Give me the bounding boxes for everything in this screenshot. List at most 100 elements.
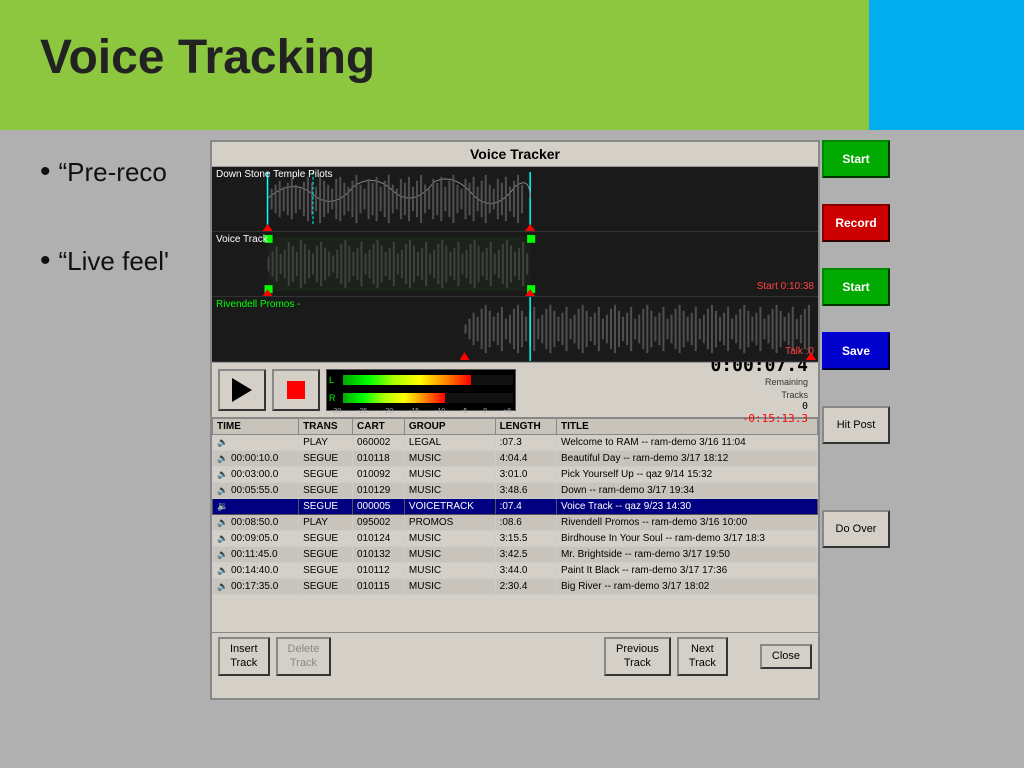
- vu-bar-bg-r: [343, 393, 513, 403]
- cell-length: 3:44.0: [495, 563, 556, 579]
- cell-group: VOICETRACK: [404, 499, 495, 515]
- start2-button[interactable]: Start: [822, 268, 890, 306]
- cell-trans: SEGUE: [299, 499, 353, 515]
- cell-time: 🔉 00:14:40.0: [213, 563, 299, 579]
- cell-time: 🔉 00:11:45.0: [213, 547, 299, 563]
- cell-group: MUSIC: [404, 547, 495, 563]
- table-row[interactable]: 🔉 SEGUE 000005 VOICETRACK :07.4 Voice Tr…: [213, 499, 818, 515]
- cell-cart: 060002: [353, 435, 405, 451]
- speaker-icon: 🔉: [217, 437, 228, 447]
- cell-trans: SEGUE: [299, 467, 353, 483]
- table-row[interactable]: 🔉 00:11:45.0 SEGUE 010132 MUSIC 3:42.5 M…: [213, 547, 818, 563]
- cell-title: Voice Track -- qaz 9/23 14:30: [556, 499, 817, 515]
- table-row[interactable]: 🔉 PLAY 060002 LEGAL :07.3 Welcome to RAM…: [213, 435, 818, 451]
- cell-cart: 095002: [353, 515, 405, 531]
- bottom-buttons-area: Insert Track Delete Track Previous Track…: [212, 632, 818, 680]
- play-button[interactable]: [218, 369, 266, 411]
- hit-post-button[interactable]: Hit Post: [822, 406, 890, 444]
- table-row[interactable]: 🔉 00:08:50.0 PLAY 095002 PROMOS :08.6 Ri…: [213, 515, 818, 531]
- remaining-tracks: 0: [522, 401, 808, 412]
- vu-row-r: R: [329, 390, 513, 406]
- insert-track-button[interactable]: Insert Track: [218, 637, 270, 675]
- table-row[interactable]: 🔉 00:00:10.0 SEGUE 010118 MUSIC 4:04.4 B…: [213, 451, 818, 467]
- next-track-button[interactable]: Next Track: [677, 637, 728, 675]
- cell-length: 3:15.5: [495, 531, 556, 547]
- record-button[interactable]: Record: [822, 204, 890, 242]
- cell-cart: 010132: [353, 547, 405, 563]
- delete-track-button[interactable]: Delete Track: [276, 637, 332, 675]
- cell-cart: 010115: [353, 579, 405, 595]
- cell-trans: SEGUE: [299, 483, 353, 499]
- table-row[interactable]: 🔉 00:05:55.0 SEGUE 010129 MUSIC 3:48.6 D…: [213, 483, 818, 499]
- remaining-label: RemainingTracks: [765, 377, 808, 400]
- speaker-icon: 🔉: [217, 581, 228, 591]
- waveform-svg-2: [212, 232, 818, 296]
- cell-cart: 010092: [353, 467, 405, 483]
- cell-time: 🔉 00:08:50.0: [213, 515, 299, 531]
- save-button[interactable]: Save: [822, 332, 890, 370]
- track2-label: Voice Track: [216, 234, 268, 245]
- track2-start-label: Start 0:10:38: [757, 281, 814, 292]
- vu-meter: L R -30 -25 -20 -15 -10 -5 0 +8: [326, 369, 516, 411]
- cell-length: :07.3: [495, 435, 556, 451]
- cell-group: MUSIC: [404, 579, 495, 595]
- waveform-track-3: Rivendell Promos - Talk :0: [212, 297, 818, 362]
- cell-time: 🔉 00:00:10.0: [213, 451, 299, 467]
- cell-trans: SEGUE: [299, 451, 353, 467]
- table-row[interactable]: 🔉 00:03:00.0 SEGUE 010092 MUSIC 3:01.0 P…: [213, 467, 818, 483]
- close-button[interactable]: Close: [760, 644, 812, 669]
- do-over-button[interactable]: Do Over: [822, 510, 890, 548]
- waveform-svg-3: [212, 297, 818, 361]
- cell-cart: 010118: [353, 451, 405, 467]
- cell-group: PROMOS: [404, 515, 495, 531]
- col-header-trans: TRANS: [299, 419, 353, 435]
- col-header-cart: CART: [353, 419, 405, 435]
- right-buttons-panel: Start Record Start Save Hit Post Do Over: [822, 140, 890, 548]
- cell-cart: 010129: [353, 483, 405, 499]
- timer-sub: RemainingTracks: [522, 376, 808, 401]
- cell-group: MUSIC: [404, 531, 495, 547]
- cell-trans: SEGUE: [299, 579, 353, 595]
- speaker-icon: 🔉: [217, 501, 228, 511]
- cell-time: 🔉 00:17:35.0: [213, 579, 299, 595]
- bullet-area: “Pre-reco “Live feel': [40, 155, 169, 333]
- cell-length: 3:01.0: [495, 467, 556, 483]
- vu-label-l: L: [329, 375, 341, 385]
- table-row[interactable]: 🔉 00:17:35.0 SEGUE 010115 MUSIC 2:30.4 B…: [213, 579, 818, 595]
- cell-group: MUSIC: [404, 483, 495, 499]
- vu-label-r: R: [329, 393, 341, 403]
- previous-track-button[interactable]: Previous Track: [604, 637, 671, 675]
- cell-length: 3:42.5: [495, 547, 556, 563]
- start1-button[interactable]: Start: [822, 140, 890, 178]
- vu-bar-bg-l: [343, 375, 513, 385]
- cell-trans: SEGUE: [299, 531, 353, 547]
- cell-group: MUSIC: [404, 451, 495, 467]
- page-title: Voice Tracking: [40, 30, 375, 85]
- cell-length: 3:48.6: [495, 483, 556, 499]
- speaker-icon: 🔉: [217, 485, 228, 495]
- stop-button[interactable]: [272, 369, 320, 411]
- cell-title: Big River -- ram-demo 3/17 18:02: [556, 579, 817, 595]
- track1-label: Down Stone Temple Pilots: [216, 169, 333, 180]
- cell-trans: SEGUE: [299, 563, 353, 579]
- cell-cart: 010124: [353, 531, 405, 547]
- controls-section: L R -30 -25 -20 -15 -10 -5 0 +8: [212, 362, 818, 417]
- play-icon: [232, 378, 252, 402]
- cell-group: LEGAL: [404, 435, 495, 451]
- cell-trans: PLAY: [299, 435, 353, 451]
- cyan-accent: [869, 0, 1024, 130]
- vu-bar-r: [343, 393, 445, 403]
- vt-titlebar: Voice Tracker: [212, 142, 818, 167]
- table-row[interactable]: 🔉 00:14:40.0 SEGUE 010112 MUSIC 3:44.0 P…: [213, 563, 818, 579]
- cell-time: 🔉 00:03:00.0: [213, 467, 299, 483]
- cell-time: 🔉: [213, 499, 299, 515]
- vu-bar-l: [343, 375, 471, 385]
- col-header-group: GROUP: [404, 419, 495, 435]
- table-row[interactable]: 🔉 00:09:05.0 SEGUE 010124 MUSIC 3:15.5 B…: [213, 531, 818, 547]
- cell-trans: PLAY: [299, 515, 353, 531]
- waveform-track-1: Down Stone Temple Pilots: [212, 167, 818, 232]
- speaker-icon: 🔉: [217, 533, 228, 543]
- cell-length: :08.6: [495, 515, 556, 531]
- cell-time: 🔉 00:09:05.0: [213, 531, 299, 547]
- waveform-section: Down Stone Temple Pilots: [212, 167, 818, 362]
